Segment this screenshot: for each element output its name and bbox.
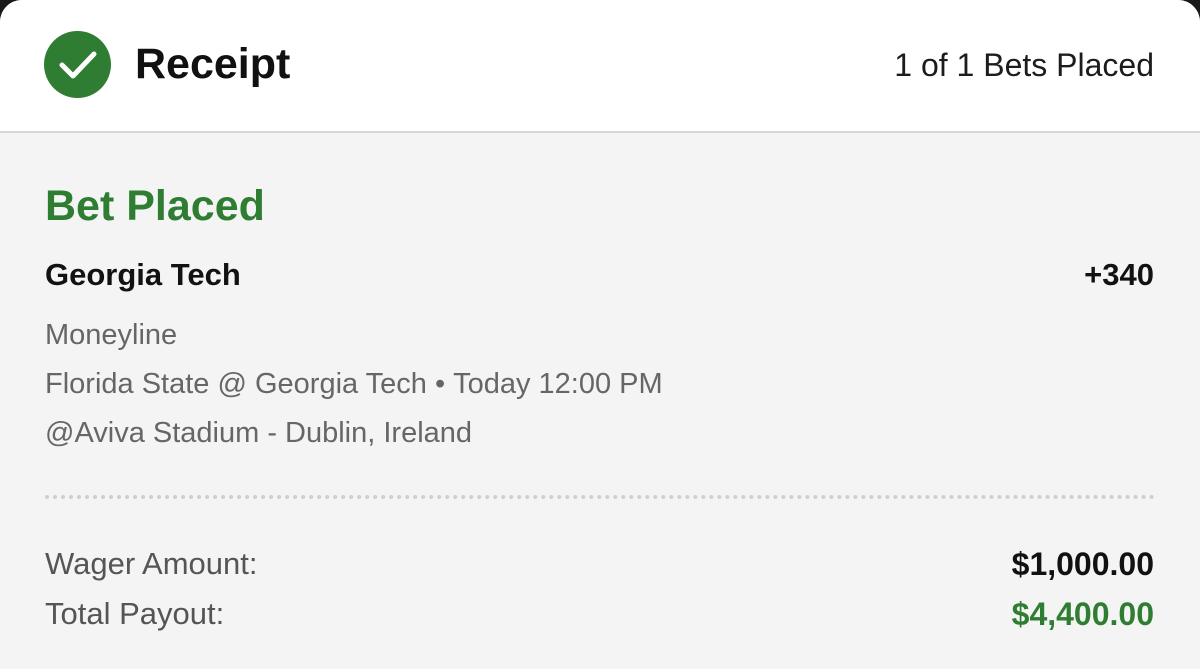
- separator-dot: •: [434, 368, 446, 400]
- venue: @Aviva Stadium - Dublin, Ireland: [45, 417, 473, 449]
- bet-selection: Georgia Tech: [45, 257, 241, 292]
- bet-type: Moneyline: [45, 319, 178, 351]
- matchup: Florida State @ Georgia Tech: [45, 368, 427, 400]
- bet-odds: +340: [1084, 257, 1154, 292]
- receipt-sheet: Receipt 1 of 1 Bets Placed Bet Placed Ge…: [0, 0, 1200, 669]
- wager-amount-value: $1,000.00: [1011, 546, 1154, 582]
- bets-placed-count: 1 of 1 Bets Placed: [894, 47, 1154, 83]
- dotted-divider: [45, 495, 1155, 499]
- check-circle-icon: [44, 31, 111, 98]
- checkmark-icon: [59, 51, 97, 79]
- wager-amount-label: Wager Amount:: [45, 546, 258, 581]
- page-title: Receipt: [135, 40, 291, 88]
- total-payout-label: Total Payout:: [45, 596, 225, 631]
- receipt-header: Receipt 1 of 1 Bets Placed: [0, 0, 1200, 133]
- total-payout-value: $4,400.00: [1011, 596, 1154, 632]
- event-time: Today 12:00 PM: [453, 368, 663, 400]
- bet-status-title: Bet Placed: [45, 182, 265, 230]
- matchup-line: Florida State @ Georgia Tech • Today 12:00…: [45, 365, 663, 403]
